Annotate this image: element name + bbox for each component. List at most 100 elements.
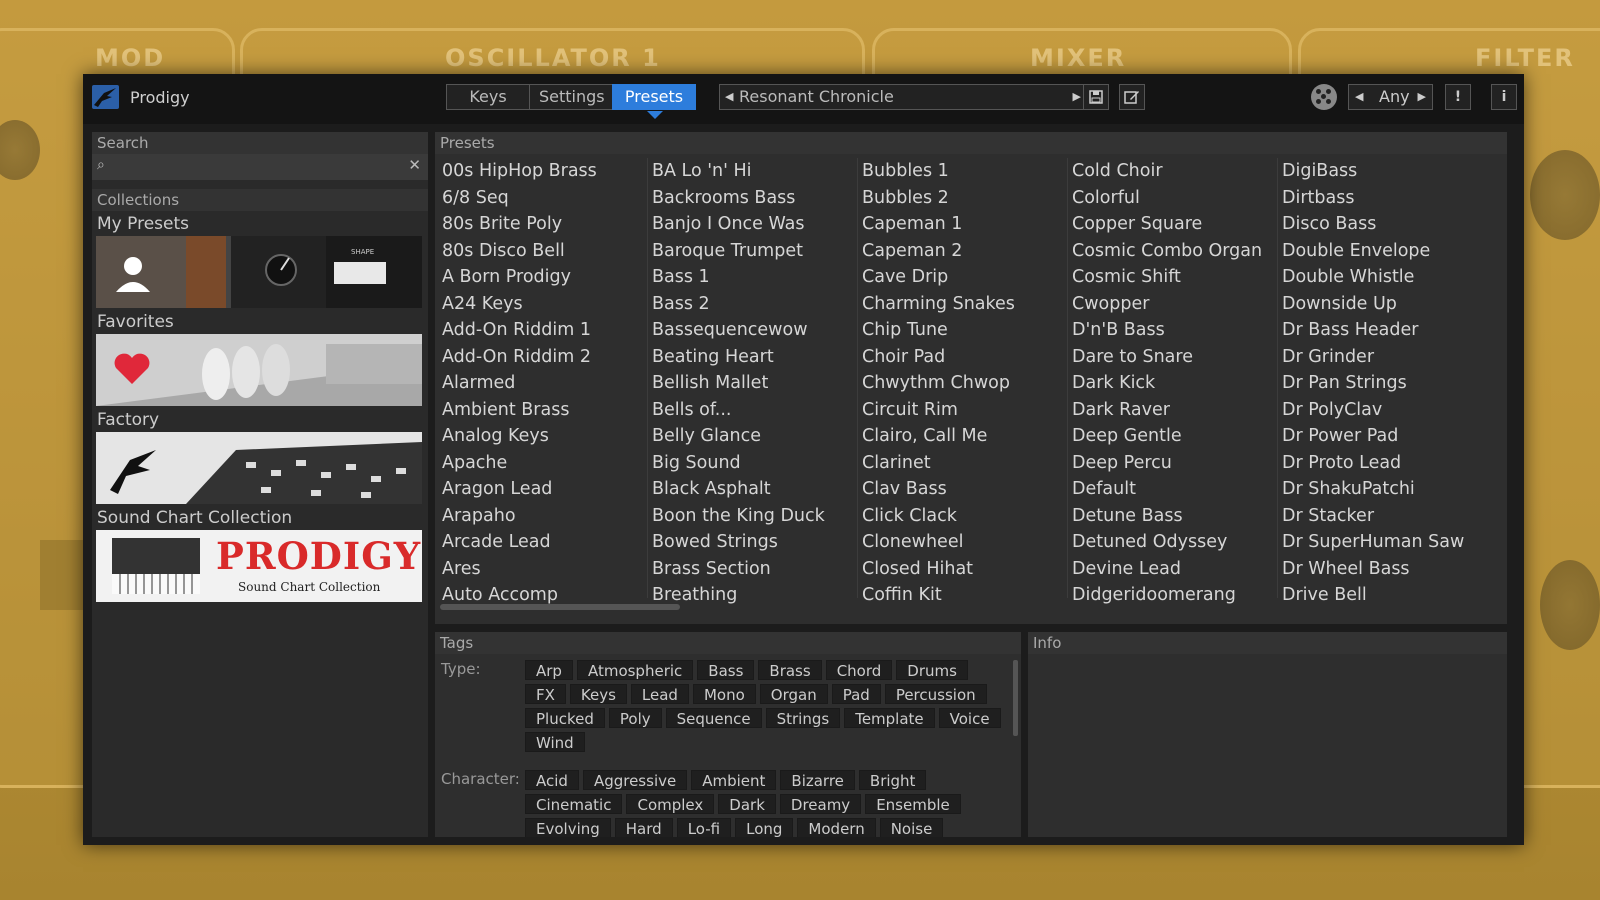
character-tag[interactable]: Hard [614, 818, 673, 837]
type-tag[interactable]: Wind [525, 732, 585, 752]
preset-list-item[interactable]: Chwythm Chwop [855, 370, 1065, 397]
type-tag[interactable]: Chord [825, 660, 893, 680]
preset-list-item[interactable]: BA Lo 'n' Hi [645, 158, 855, 185]
tab-keys[interactable]: Keys [446, 84, 530, 110]
preset-list-item[interactable]: Colorful [1065, 185, 1275, 212]
preset-list-item[interactable]: D'n'B Bass [1065, 317, 1275, 344]
preset-list-item[interactable]: Clonewheel [855, 529, 1065, 556]
preset-list-item[interactable]: 80s Disco Bell [435, 238, 645, 265]
preset-list-item[interactable]: Double Whistle [1275, 264, 1485, 291]
type-tag[interactable]: Mono [692, 684, 756, 704]
preset-list-item[interactable]: Boon the King Duck [645, 503, 855, 530]
type-tag[interactable]: Organ [759, 684, 828, 704]
type-tag[interactable]: Plucked [525, 708, 605, 728]
preset-list-item[interactable]: A24 Keys [435, 291, 645, 318]
preset-list-item[interactable]: 80s Brite Poly [435, 211, 645, 238]
preset-list-item[interactable]: Dr Bass Header [1275, 317, 1485, 344]
search-input[interactable]: ⌕ ✕ [92, 154, 428, 180]
preset-list-item[interactable]: Downside Up [1275, 291, 1485, 318]
preset-list-item[interactable]: Clav Bass [855, 476, 1065, 503]
prev-category-icon[interactable]: ◀ [1355, 85, 1363, 109]
tags-vertical-scrollbar[interactable] [1013, 660, 1018, 736]
preset-list-item[interactable]: Dare to Snare [1065, 344, 1275, 371]
preset-list-item[interactable]: Dr Power Pad [1275, 423, 1485, 450]
preset-list-item[interactable]: Dr Wheel Bass [1275, 556, 1485, 583]
collection-factory-image[interactable] [96, 432, 422, 504]
type-tag[interactable]: Keys [569, 684, 627, 704]
preset-list-item[interactable]: Bowed Strings [645, 529, 855, 556]
preset-list-item[interactable]: Dr SuperHuman Saw [1275, 529, 1485, 556]
preset-list-item[interactable]: Arapaho [435, 503, 645, 530]
character-tag[interactable]: Long [735, 818, 794, 837]
preset-list-item[interactable]: Double Envelope [1275, 238, 1485, 265]
preset-list-item[interactable]: Big Sound [645, 450, 855, 477]
character-tag[interactable]: Noise [879, 818, 944, 837]
preset-list-item[interactable]: Capeman 2 [855, 238, 1065, 265]
preset-list-item[interactable]: Capeman 1 [855, 211, 1065, 238]
preset-list-item[interactable]: Ares [435, 556, 645, 583]
preset-list-item[interactable]: Choir Pad [855, 344, 1065, 371]
preset-list-item[interactable]: Add-On Riddim 1 [435, 317, 645, 344]
preset-list-item[interactable]: Belly Glance [645, 423, 855, 450]
collection-factory-label[interactable]: Factory [97, 410, 159, 430]
preset-list-item[interactable]: Drive Bell [1275, 582, 1485, 609]
preset-list-item[interactable]: Dark Raver [1065, 397, 1275, 424]
type-tag[interactable]: Brass [758, 660, 822, 680]
character-tag[interactable]: Lo-fi [676, 818, 732, 837]
type-tag[interactable]: Template [844, 708, 935, 728]
preset-list-item[interactable]: Black Asphalt [645, 476, 855, 503]
preset-list-item[interactable]: Detune Bass [1065, 503, 1275, 530]
preset-list-item[interactable]: Arcade Lead [435, 529, 645, 556]
character-tag[interactable]: Ambient [691, 770, 777, 790]
tab-presets[interactable]: Presets [612, 84, 696, 119]
preset-list-item[interactable]: Deep Gentle [1065, 423, 1275, 450]
save-preset-button[interactable] [1083, 84, 1109, 110]
collection-favorites-label[interactable]: Favorites [97, 312, 174, 332]
preset-list-item[interactable]: Dr Grinder [1275, 344, 1485, 371]
current-preset-name[interactable]: Resonant Chronicle [739, 85, 894, 109]
character-tag[interactable]: Aggressive [582, 770, 688, 790]
next-preset-icon[interactable]: ▶ [1073, 85, 1081, 109]
collection-favorites-image[interactable] [96, 334, 422, 406]
preset-list-item[interactable]: Deep Percu [1065, 450, 1275, 477]
character-tag[interactable]: Complex [626, 794, 715, 814]
next-category-icon[interactable]: ▶ [1418, 85, 1426, 109]
preset-list-item[interactable]: Click Clack [855, 503, 1065, 530]
preset-list-item[interactable]: Add-On Riddim 2 [435, 344, 645, 371]
preset-list-item[interactable]: Devine Lead [1065, 556, 1275, 583]
preset-list-item[interactable]: Apache [435, 450, 645, 477]
type-tag[interactable]: FX [525, 684, 566, 704]
character-tag[interactable]: Dreamy [779, 794, 862, 814]
preset-list-item[interactable]: Bells of... [645, 397, 855, 424]
preset-list-item[interactable]: Banjo I Once Was [645, 211, 855, 238]
preset-list-item[interactable]: Copper Square [1065, 211, 1275, 238]
type-tag[interactable]: Percussion [884, 684, 987, 704]
dice-icon[interactable] [1311, 84, 1337, 110]
character-tag[interactable]: Dark [718, 794, 776, 814]
preset-list-item[interactable]: Bubbles 2 [855, 185, 1065, 212]
type-tag[interactable]: Bass [697, 660, 755, 680]
preset-list-item[interactable]: Cosmic Combo Organ [1065, 238, 1275, 265]
preset-list-item[interactable]: Bassequencewow [645, 317, 855, 344]
type-tag[interactable]: Pad [831, 684, 881, 704]
character-tag[interactable]: Acid [525, 770, 579, 790]
preset-list-item[interactable]: Bass 2 [645, 291, 855, 318]
type-tag[interactable]: Strings [765, 708, 841, 728]
type-tag[interactable]: Poly [608, 708, 662, 728]
character-tag[interactable]: Cinematic [525, 794, 623, 814]
preset-list-item[interactable]: Alarmed [435, 370, 645, 397]
preset-list-item[interactable]: Bellish Mallet [645, 370, 855, 397]
type-tag[interactable]: Sequence [665, 708, 762, 728]
preset-list-item[interactable]: Dr Stacker [1275, 503, 1485, 530]
preset-list-item[interactable]: Coffin Kit [855, 582, 1065, 609]
preset-list-item[interactable]: Dr Proto Lead [1275, 450, 1485, 477]
presets-horizontal-scrollbar[interactable] [440, 604, 680, 610]
preset-list-item[interactable]: Didgeridoomerang [1065, 582, 1275, 609]
preset-list-item[interactable]: A Born Prodigy [435, 264, 645, 291]
character-tag[interactable]: Bright [858, 770, 927, 790]
collection-my-presets-image[interactable]: SHAPE [96, 236, 422, 308]
preset-list-item[interactable]: Backrooms Bass [645, 185, 855, 212]
preset-list-item[interactable]: Brass Section [645, 556, 855, 583]
preset-list-item[interactable]: Closed Hihat [855, 556, 1065, 583]
preset-list-item[interactable]: Dark Kick [1065, 370, 1275, 397]
